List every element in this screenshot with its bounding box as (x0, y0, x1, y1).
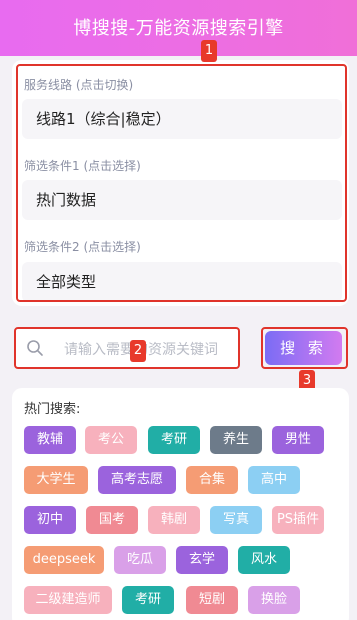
hot-tag[interactable]: 玄学 (176, 546, 228, 574)
hot-tag[interactable]: 考研 (148, 426, 200, 454)
hot-tag[interactable]: 换脸 (248, 586, 300, 614)
filter1-label: 筛选条件1 (点击选择) (24, 159, 141, 173)
hot-tag[interactable]: deepseek (24, 546, 104, 574)
filter1-select[interactable]: 热门数据 (22, 180, 342, 220)
search-field[interactable]: 请输入需要的资源关键词 (14, 327, 240, 369)
hot-tag[interactable]: 考公 (85, 426, 137, 454)
filter2-label: 筛选条件2 (点击选择) (24, 240, 141, 254)
hot-tag[interactable]: 高中 (248, 466, 300, 494)
hot-tag[interactable]: 二级建造师 (24, 586, 112, 614)
hot-tag[interactable]: 国考 (86, 506, 138, 534)
search-button[interactable]: 搜 索 (265, 331, 342, 365)
app-header: 博搜搜-万能资源搜索引擎 (0, 0, 357, 56)
hot-tag[interactable]: PS插件 (272, 506, 324, 534)
hot-tag[interactable]: 写真 (210, 506, 262, 534)
hot-tag[interactable]: 教辅 (24, 426, 76, 454)
page-title: 博搜搜-万能资源搜索引擎 (73, 18, 284, 39)
hot-tag[interactable]: 考研 (122, 586, 174, 614)
hot-tag[interactable]: 韩剧 (148, 506, 200, 534)
hot-tag[interactable]: 合集 (186, 466, 238, 494)
filter2-select[interactable]: 全部类型 (22, 262, 342, 302)
hot-tag[interactable]: 初中 (24, 506, 76, 534)
hot-tag[interactable]: 短剧 (186, 586, 238, 614)
hot-tag[interactable]: 大学生 (24, 466, 88, 494)
annotation-badge-2: 2 (130, 340, 146, 362)
hot-tag[interactable]: 养生 (210, 426, 262, 454)
server-select[interactable]: 线路1（综合|稳定） (22, 99, 342, 139)
hot-tag[interactable]: 高考志愿 (98, 466, 176, 494)
hot-tag[interactable]: 吃瓜 (114, 546, 166, 574)
hot-tag[interactable]: 男性 (272, 426, 324, 454)
search-icon (27, 340, 43, 356)
hot-search-title: 热门搜索: (24, 402, 81, 417)
hot-tag[interactable]: 风水 (238, 546, 290, 574)
server-label: 服务线路 (点击切换) (24, 78, 134, 92)
annotation-badge-1: 1 (201, 40, 217, 62)
